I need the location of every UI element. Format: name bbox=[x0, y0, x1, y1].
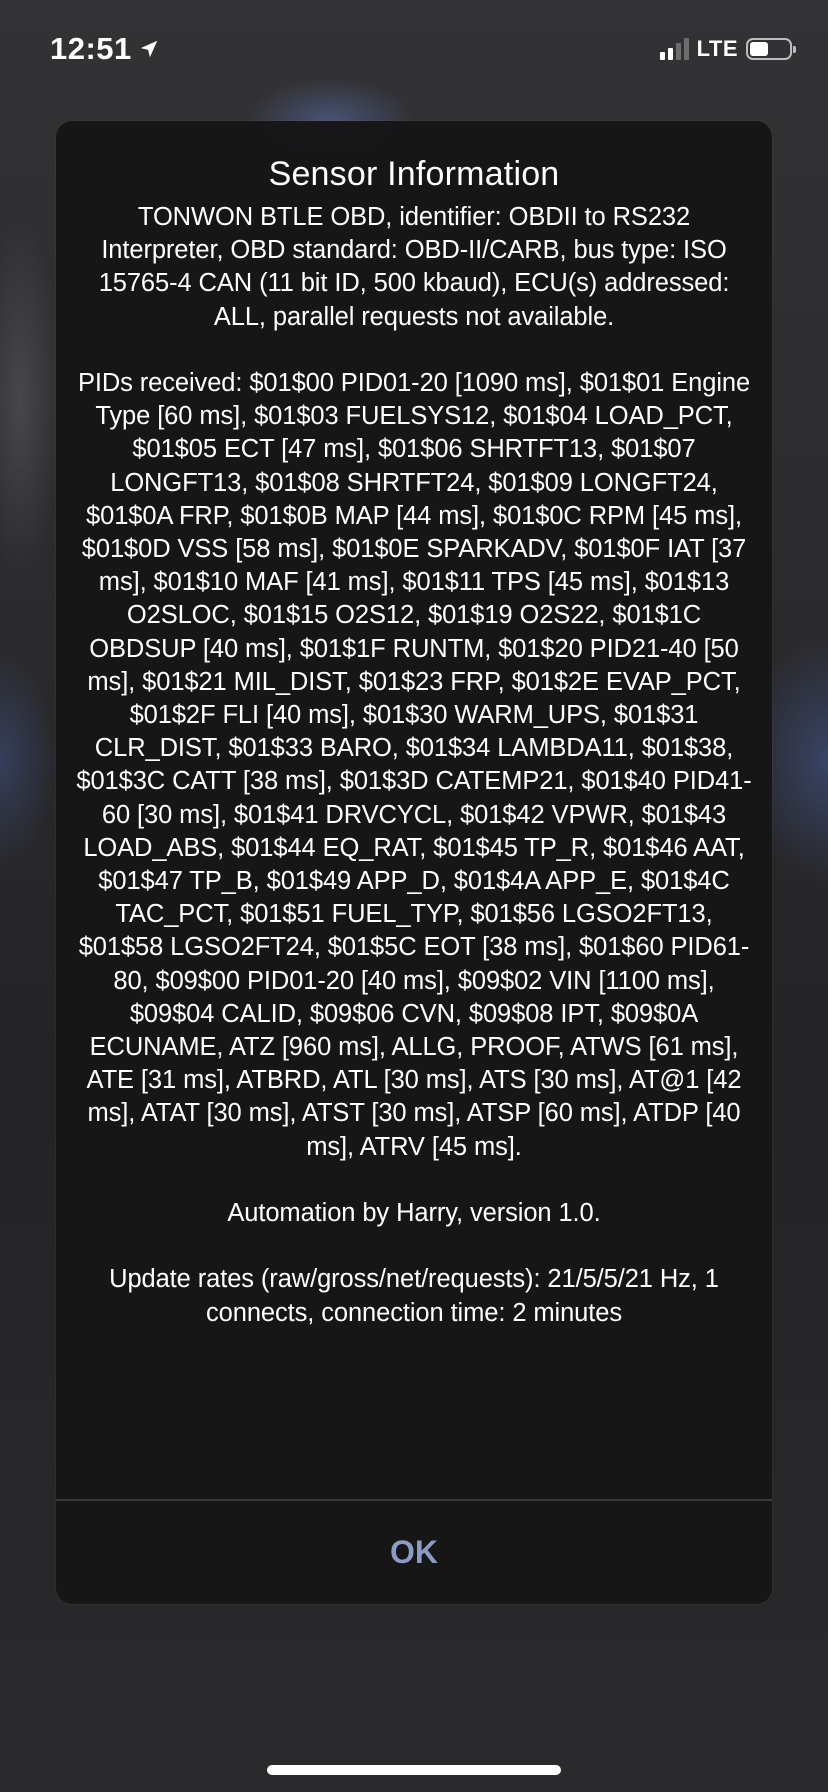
sensor-information-alert: Sensor Information TONWON BTLE OBD, iden… bbox=[56, 121, 772, 1604]
adapter-info-paragraph: TONWON BTLE OBD, identifier: OBDII to RS… bbox=[98, 203, 730, 331]
status-indicators: LTE bbox=[659, 36, 796, 62]
pids-received-paragraph: PIDs received: $01$00 PID01-20 [1090 ms]… bbox=[76, 369, 752, 1161]
battery-icon bbox=[746, 38, 796, 60]
alert-title: Sensor Information bbox=[268, 155, 560, 193]
alert-content: Sensor Information TONWON BTLE OBD, iden… bbox=[56, 121, 772, 1499]
alert-message: TONWON BTLE OBD, identifier: OBDII to RS… bbox=[74, 201, 754, 1330]
status-bar: 12:51 LTE bbox=[0, 0, 828, 100]
status-time-text: 12:51 bbox=[50, 31, 132, 66]
ok-button[interactable]: OK bbox=[56, 1501, 772, 1604]
status-time: 12:51 bbox=[50, 31, 160, 67]
automation-version-paragraph: Automation by Harry, version 1.0. bbox=[227, 1199, 601, 1228]
network-type-label: LTE bbox=[696, 36, 738, 61]
cellular-signal-icon bbox=[659, 38, 689, 60]
location-arrow-icon bbox=[140, 40, 158, 58]
update-rates-paragraph: Update rates (raw/gross/net/requests): 2… bbox=[109, 1265, 719, 1327]
home-indicator[interactable] bbox=[267, 1765, 561, 1775]
